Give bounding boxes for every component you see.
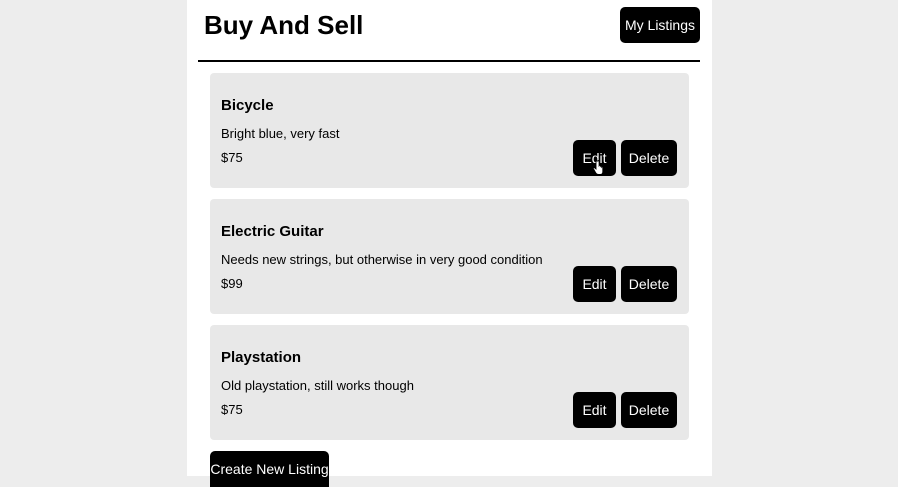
listing-price: $75 <box>221 150 243 165</box>
listing-description: Old playstation, still works though <box>221 378 414 393</box>
listing-price: $99 <box>221 276 243 291</box>
delete-button[interactable]: Delete <box>621 266 677 302</box>
header: Buy And Sell My Listings <box>198 0 700 62</box>
page-title: Buy And Sell <box>204 10 364 40</box>
edit-button[interactable]: Edit <box>573 140 616 176</box>
edit-button[interactable]: Edit <box>573 266 616 302</box>
page-container: Buy And Sell My Listings Bicycle Bright … <box>187 0 712 487</box>
delete-button[interactable]: Delete <box>621 392 677 428</box>
listing-card: Playstation Old playstation, still works… <box>210 325 689 440</box>
listing-card: Electric Guitar Needs new strings, but o… <box>210 199 689 314</box>
listing-title: Bicycle <box>221 97 274 114</box>
listing-list: Bicycle Bright blue, very fast $75 Edit … <box>210 73 689 451</box>
my-listings-button[interactable]: My Listings <box>620 7 700 43</box>
listing-description: Bright blue, very fast <box>221 126 340 141</box>
delete-button[interactable]: Delete <box>621 140 677 176</box>
listing-title: Playstation <box>221 349 302 366</box>
listing-title: Electric Guitar <box>221 223 324 240</box>
listing-card: Bicycle Bright blue, very fast $75 Edit … <box>210 73 689 188</box>
listing-description: Needs new strings, but otherwise in very… <box>221 252 543 267</box>
listing-price: $75 <box>221 402 243 417</box>
create-listing-button[interactable]: Create New Listing <box>210 451 329 487</box>
edit-button[interactable]: Edit <box>573 392 616 428</box>
